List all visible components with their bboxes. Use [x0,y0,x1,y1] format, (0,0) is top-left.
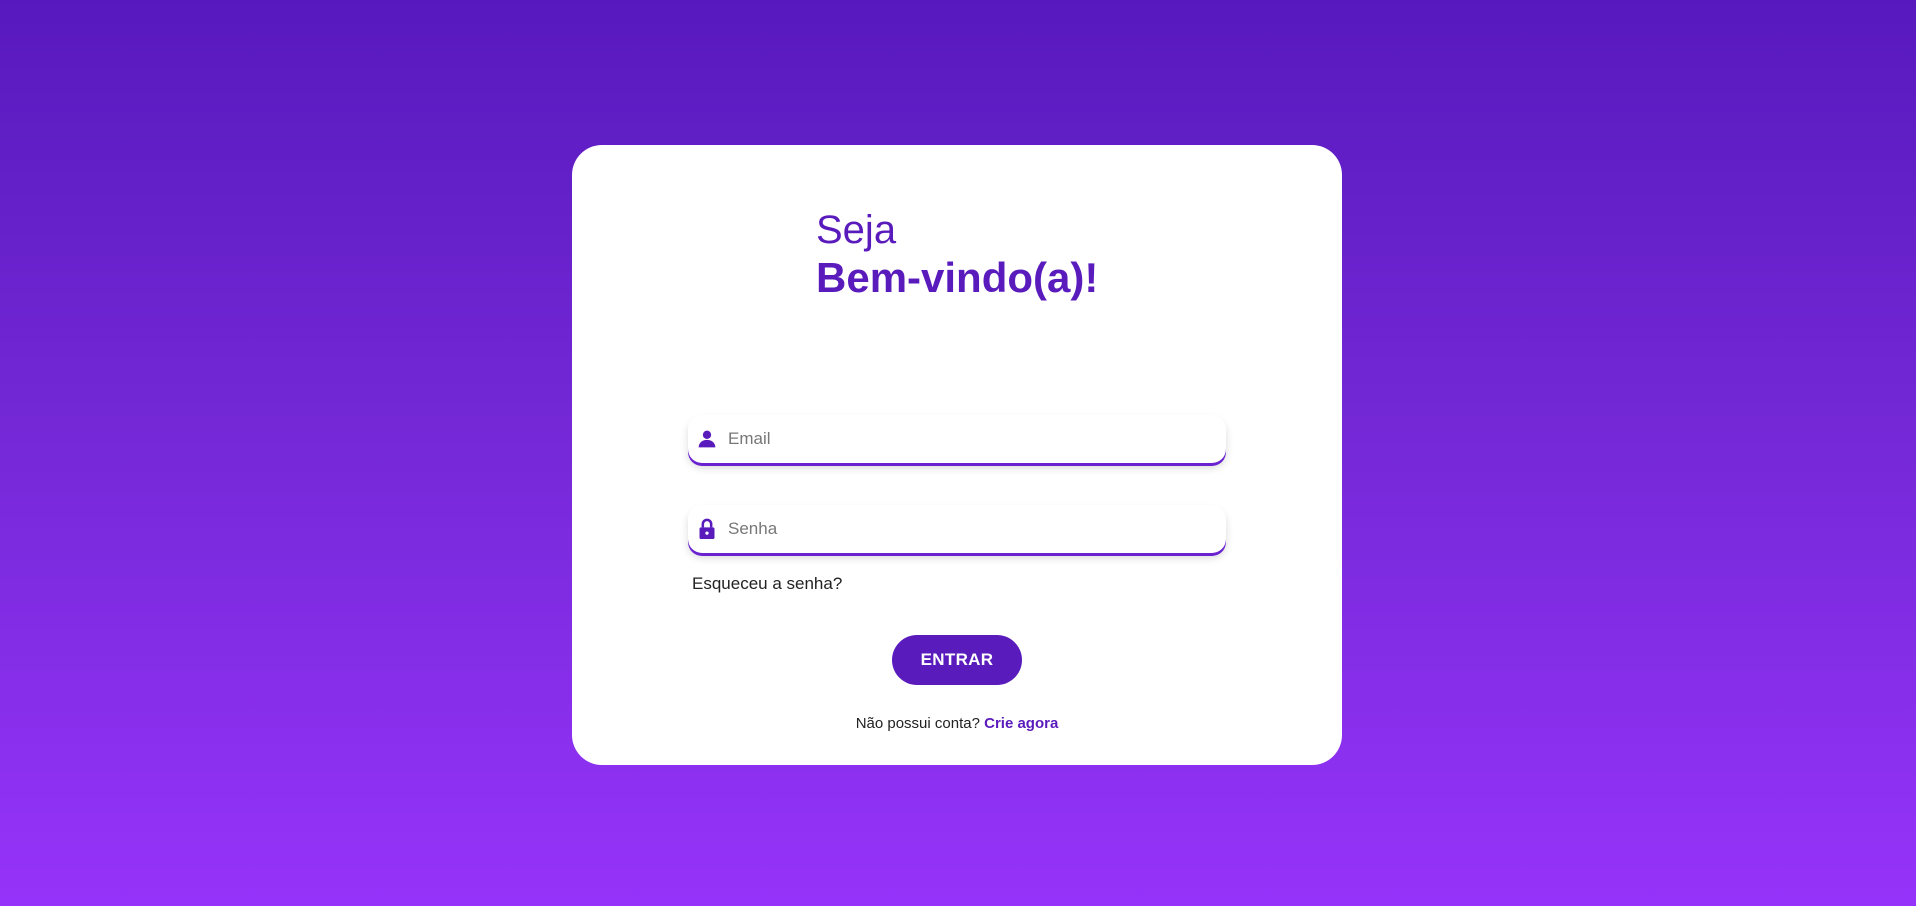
forgot-password-link[interactable]: Esqueceu a senha? [692,574,842,594]
lock-icon [696,518,718,540]
login-card: Seja Bem-vindo(a)! Esqueceu a senha? ENT… [572,145,1342,765]
greeting: Seja Bem-vindo(a)! [816,207,1098,303]
password-field[interactable] [688,505,1226,553]
password-input[interactable] [728,509,1208,549]
email-input[interactable] [728,419,1208,459]
signup-text: Não possui conta? [855,715,980,732]
user-icon [696,428,718,450]
greeting-line1: Seja [816,208,897,252]
signup-link[interactable]: Crie agora [984,715,1058,732]
enter-button[interactable]: ENTRAR [892,635,1022,685]
signup-prompt: Não possui conta? Crie agora [572,715,1342,732]
greeting-title: Bem-vindo(a)! [816,254,1099,301]
email-field[interactable] [688,415,1226,463]
